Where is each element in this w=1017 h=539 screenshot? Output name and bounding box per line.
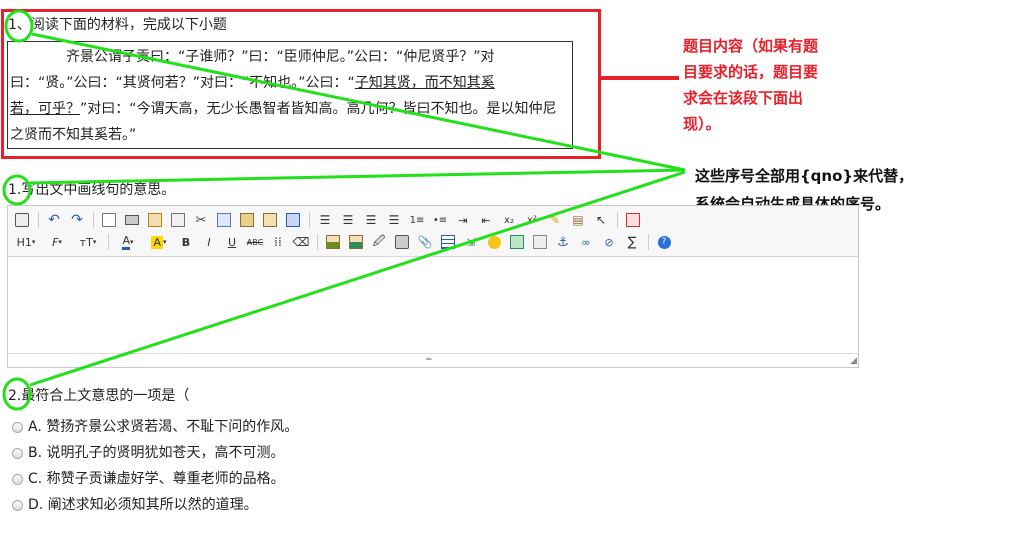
subscript-icon[interactable]: x₂	[499, 210, 519, 230]
undo-icon[interactable]: ↶	[44, 210, 64, 230]
highlight-dropdown[interactable]: A ▾	[145, 232, 173, 252]
option-d[interactable]: D. 阐述求知必须知其所以然的道理。	[12, 495, 258, 515]
heading-label: H1	[16, 235, 32, 249]
toolbar-divider	[38, 212, 39, 228]
editor-toolbar: ↶ ↷ ✂ ☰ ☰ ☰ ☰ 1≡ •≡ ⇥ ⇤ x₂ x² ✎ ▤ ↖ H1 ▾…	[8, 206, 858, 257]
red-connector	[601, 76, 679, 80]
preview-icon[interactable]	[99, 210, 119, 230]
attachment-icon[interactable]: 📎	[415, 232, 435, 252]
multi-image-icon[interactable]	[346, 232, 366, 252]
help-icon[interactable]: ?	[654, 232, 674, 252]
cut-icon[interactable]: ✂	[191, 210, 211, 230]
attachment-edit-icon[interactable]: 🖉	[369, 232, 389, 252]
toolbar-divider	[648, 234, 649, 250]
select-all-icon[interactable]: ▤	[568, 210, 588, 230]
video-icon[interactable]	[392, 232, 412, 252]
page-break-icon[interactable]	[530, 232, 550, 252]
strikethrough-button[interactable]: ABC	[245, 232, 265, 252]
radio-b[interactable]	[12, 447, 23, 459]
subquestion-1-label: 1.写出文中画线句的意思。	[8, 182, 176, 198]
radio-c[interactable]	[12, 473, 23, 485]
toolbar-row-1: ↶ ↷ ✂ ☰ ☰ ☰ ☰ 1≡ •≡ ⇥ ⇤ x₂ x² ✎ ▤ ↖	[12, 209, 646, 231]
question-content-highlight	[1, 9, 601, 159]
formula-label: ∑	[627, 234, 637, 250]
unlink-icon[interactable]: ⊘	[599, 232, 619, 252]
italic-label: I	[207, 235, 211, 249]
formula-icon[interactable]: ∑	[622, 232, 642, 252]
option-a[interactable]: A. 赞扬齐景公求贤若渴、不耻下问的作风。	[12, 417, 298, 437]
strikethrough-label: ABC	[246, 237, 264, 247]
code-icon[interactable]	[168, 210, 188, 230]
table-grid-icon[interactable]: ⁞⁞	[268, 232, 288, 252]
source-icon[interactable]	[12, 210, 32, 230]
print-icon[interactable]	[122, 210, 142, 230]
toolbar-divider	[617, 212, 618, 228]
toolbar-row-2: H1 ▾ F ▾ тT ▾ A ▾ A ▾ B I U ABC ⁞⁞ ⌫ 🖉 📎 ⇲ ⚓ …	[12, 231, 677, 253]
ordered-list-icon[interactable]: 1≡	[407, 210, 427, 230]
font-color-dropdown[interactable]: A ▾	[114, 232, 142, 252]
copy-icon[interactable]	[214, 210, 234, 230]
font-size-dropdown[interactable]: тT ▾	[74, 232, 102, 252]
option-b[interactable]: B. 说明孔子的贤明犹如苍天，高不可测。	[12, 443, 285, 463]
font-size-label: тT	[79, 235, 93, 249]
option-c[interactable]: C. 称赞子贡谦虚好学、尊重老师的品格。	[12, 469, 285, 489]
option-c-label: C. 称赞子贡谦虚好学、尊重老师的品格。	[28, 471, 285, 487]
toolbar-divider	[93, 212, 94, 228]
unordered-list-icon[interactable]: •≡	[430, 210, 450, 230]
eraser-icon[interactable]: ⌫	[291, 232, 311, 252]
editor-content-area[interactable]	[8, 256, 858, 354]
heading-dropdown[interactable]: H1 ▾	[12, 232, 40, 252]
table-icon[interactable]	[438, 232, 458, 252]
clear-format-icon[interactable]: ✎	[545, 210, 565, 230]
image-insert-icon[interactable]	[323, 232, 343, 252]
indent-icon[interactable]: ⇥	[453, 210, 473, 230]
anchor-icon[interactable]: ⚓	[553, 232, 573, 252]
resize-corner-icon[interactable]: ◢	[850, 356, 857, 366]
radio-a[interactable]	[12, 421, 23, 433]
paste-word-icon[interactable]	[283, 210, 303, 230]
toolbar-divider	[317, 234, 318, 250]
justify-icon[interactable]: ☰	[384, 210, 404, 230]
radio-d[interactable]	[12, 499, 23, 511]
outdent-icon[interactable]: ⇤	[476, 210, 496, 230]
redo-icon[interactable]: ↷	[67, 210, 87, 230]
align-right-icon[interactable]: ☰	[361, 210, 381, 230]
paste-text-icon[interactable]	[260, 210, 280, 230]
option-b-label: B. 说明孔子的贤明犹如苍天，高不可测。	[28, 445, 285, 461]
option-a-label: A. 赞扬齐景公求贤若渴、不耻下问的作风。	[28, 419, 299, 435]
toolbar-divider	[309, 212, 310, 228]
underline-button[interactable]: U	[222, 232, 242, 252]
bold-label: B	[181, 235, 191, 249]
superscript-icon[interactable]: x²	[522, 210, 542, 230]
font-family-dropdown[interactable]: F ▾	[43, 232, 71, 252]
link-icon[interactable]: ∞	[576, 232, 596, 252]
subquestion-2-label: 2.最符合上文意思的一项是（	[8, 388, 190, 404]
cursor-icon[interactable]: ↖	[591, 210, 611, 230]
insert-row-icon[interactable]: ⇲	[461, 232, 481, 252]
option-d-label: D. 阐述求知必须知其所以然的道理。	[28, 497, 258, 513]
editor-statusbar: ═ ◢	[8, 353, 858, 367]
emoticon-icon[interactable]	[484, 232, 504, 252]
fullscreen-icon[interactable]	[623, 210, 643, 230]
picture-icon[interactable]	[507, 232, 527, 252]
align-left-icon[interactable]: ☰	[315, 210, 335, 230]
resize-grip-icon[interactable]: ═	[426, 356, 431, 365]
toolbar-divider	[108, 234, 109, 250]
red-annotation-note: 题目内容（如果有题目要求的话，题目要求会在该段下面出现）。	[683, 37, 819, 133]
align-center-icon[interactable]: ☰	[338, 210, 358, 230]
underline-label: U	[227, 235, 237, 249]
italic-button[interactable]: I	[199, 232, 219, 252]
bold-button[interactable]: B	[176, 232, 196, 252]
answer-editor[interactable]: ↶ ↷ ✂ ☰ ☰ ☰ ☰ 1≡ •≡ ⇥ ⇤ x₂ x² ✎ ▤ ↖ H1 ▾…	[7, 205, 859, 368]
green-note-line1: 这些序号全部用{qno}来代替，	[695, 167, 914, 185]
template-icon[interactable]	[145, 210, 165, 230]
paste-icon[interactable]	[237, 210, 257, 230]
